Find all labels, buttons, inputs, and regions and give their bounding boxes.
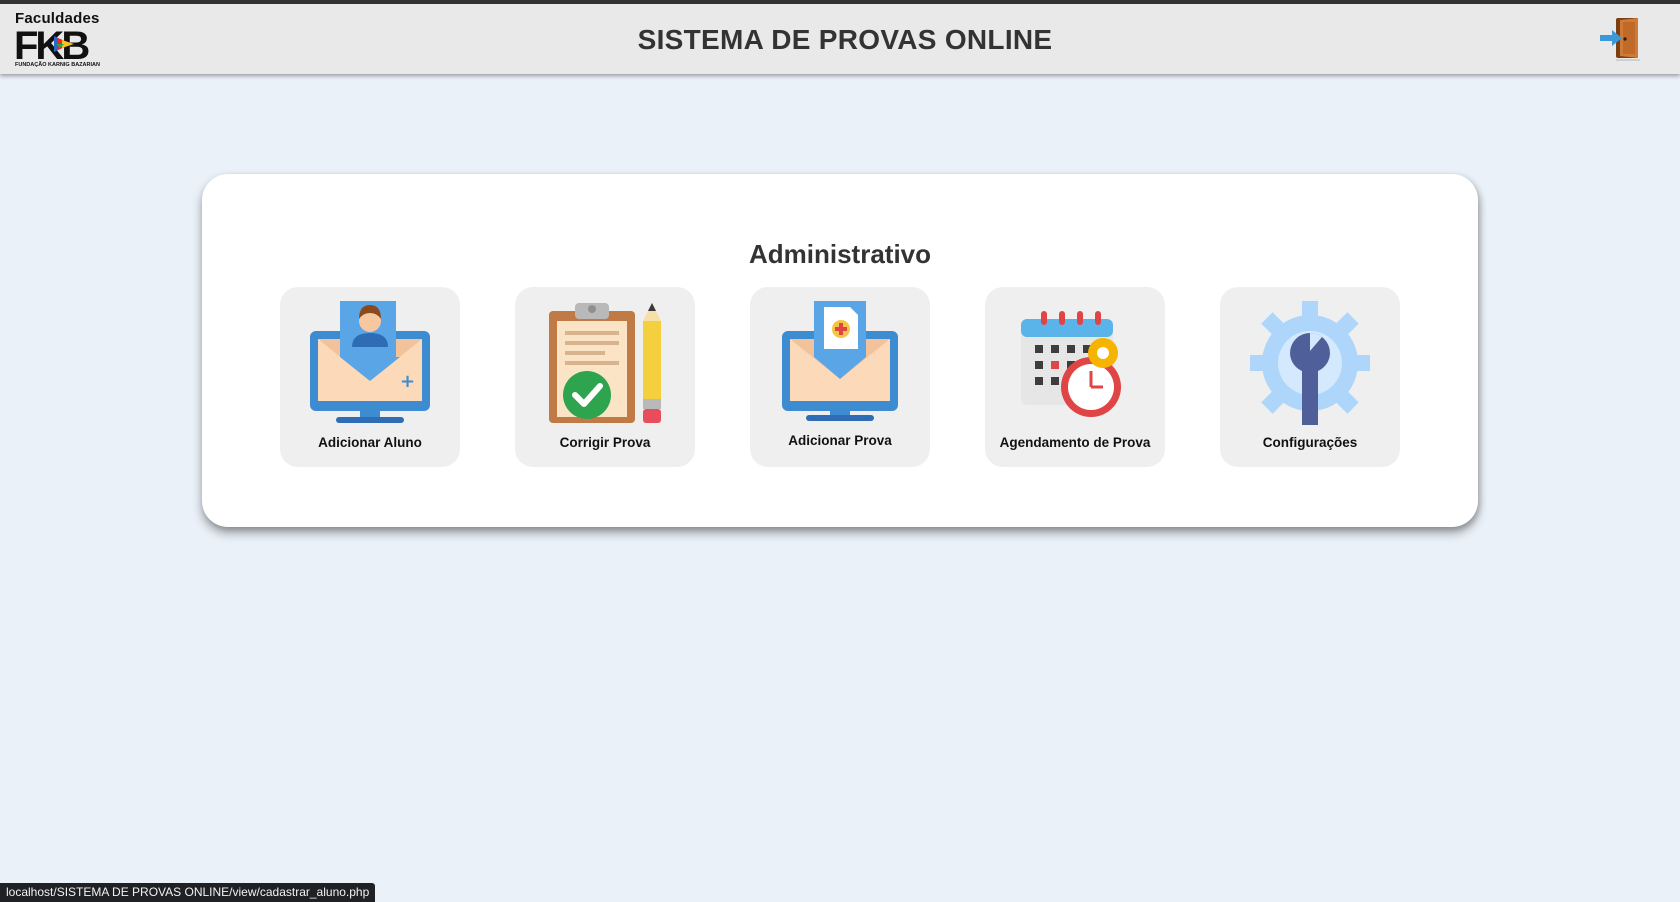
calendar-clock-icon <box>1021 311 1121 417</box>
card-label: Configurações <box>1262 435 1358 450</box>
logout-button[interactable] <box>1598 14 1644 64</box>
card-label: Adicionar Aluno <box>318 435 422 450</box>
logo-brand-sub: FUNDAÇÃO KARNIG BAZARIAN <box>15 62 100 68</box>
card-label: Agendamento de Prova <box>999 435 1151 450</box>
card-adicionar-aluno[interactable]: + Adicionar Aluno <box>280 287 460 467</box>
status-bar-url: localhost/SISTEMA DE PROVAS ONLINE/view/… <box>0 883 376 902</box>
card-adicionar-prova[interactable]: Adicionar Prova <box>750 287 930 467</box>
admin-panel: Administrativo + Adicionar Aluno Corrigi… <box>202 174 1478 527</box>
door-exit-icon <box>1600 18 1640 61</box>
card-label: Corrigir Prova <box>559 435 651 450</box>
top-bar: Faculdades FKB FUNDAÇÃO KARNIG BAZARIAN … <box>0 0 1680 74</box>
card-label: Adicionar Prova <box>788 433 892 448</box>
clipboard-check-icon <box>549 303 661 423</box>
add-exam-monitor-icon <box>782 301 898 421</box>
page-title: SISTEMA DE PROVAS ONLINE <box>637 24 1053 55</box>
card-agendamento-prova[interactable]: Agendamento de Prova <box>985 287 1165 467</box>
svg-text:+: + <box>400 371 415 392</box>
panel-title: Administrativo <box>748 239 932 269</box>
add-student-monitor-icon: + <box>310 301 430 423</box>
gear-wrench-icon <box>1250 301 1370 425</box>
card-corrigir-prova[interactable]: Corrigir Prova <box>515 287 695 467</box>
card-configuracoes[interactable]: Configurações <box>1220 287 1400 467</box>
